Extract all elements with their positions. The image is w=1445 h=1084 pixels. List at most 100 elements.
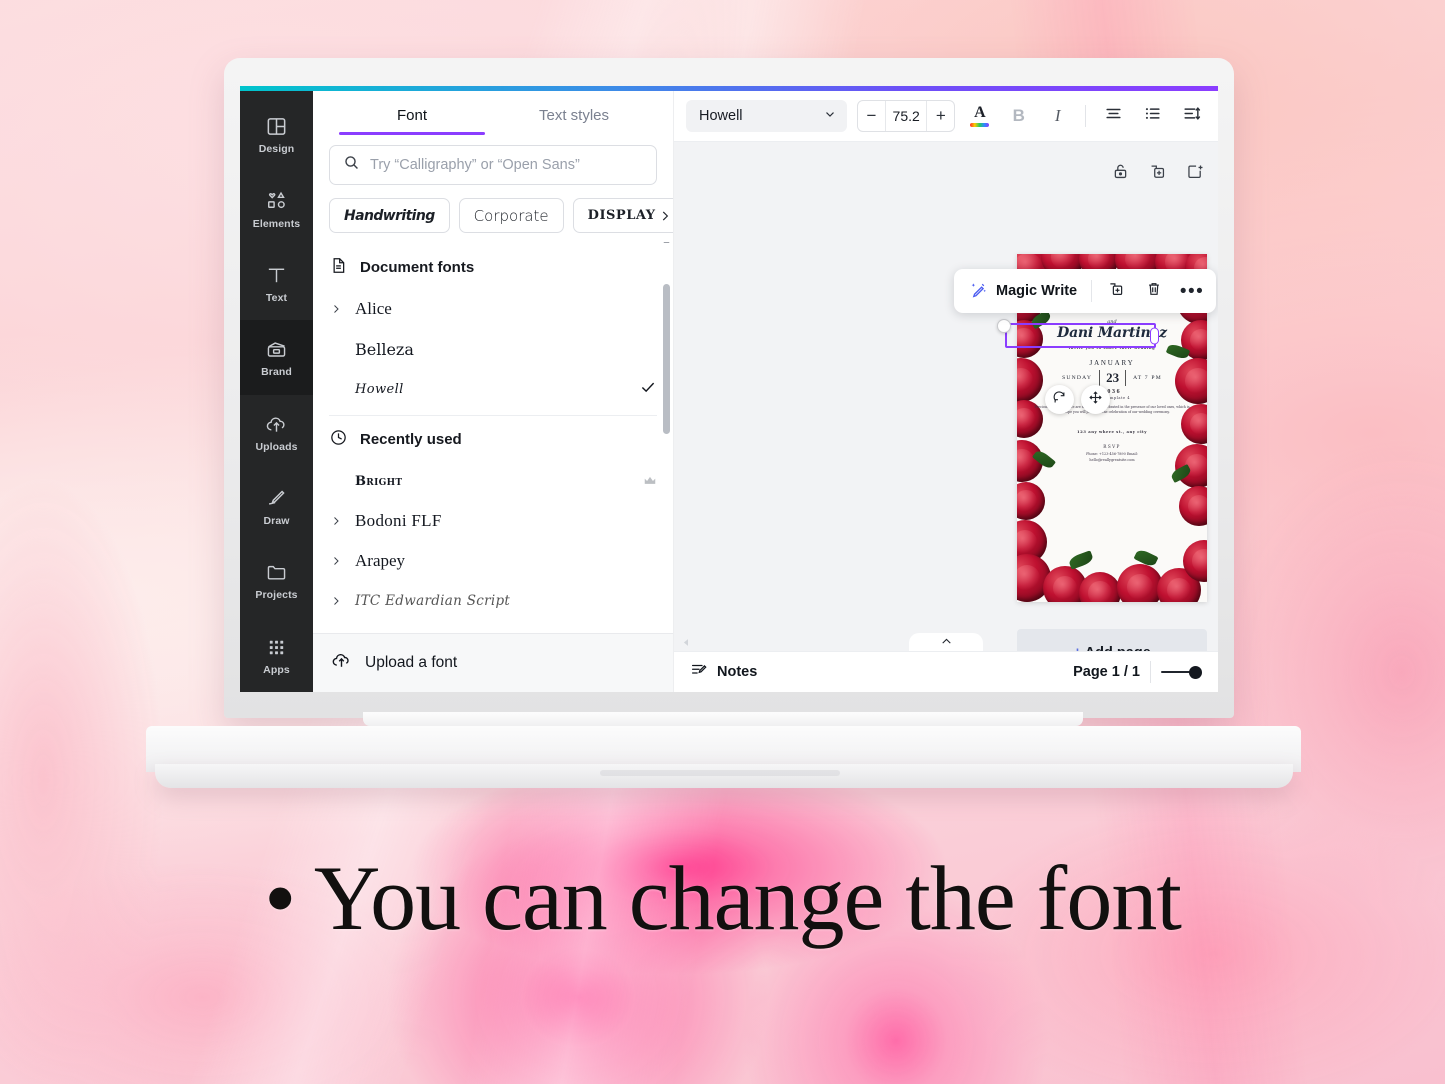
font-color-swatch: [970, 123, 989, 127]
element-floating-toolbar: Magic Write: [954, 269, 1216, 313]
sidebar-item-elements[interactable]: Elements: [240, 171, 313, 245]
sidebar-item-draw[interactable]: Draw: [240, 469, 313, 543]
font-row-howell[interactable]: Howell: [313, 369, 673, 409]
magic-write-button[interactable]: Magic Write: [966, 280, 1081, 302]
laptop-screen: Design Elements: [240, 86, 1218, 692]
add-page-button[interactable]: + Add page: [1017, 629, 1207, 651]
resize-handle-corner[interactable]: [997, 319, 1011, 333]
search-input[interactable]: [370, 157, 643, 173]
font-row-itc-edwardian-script[interactable]: ITC Edwardian Script: [313, 581, 673, 621]
lock-open-icon[interactable]: [1111, 162, 1130, 186]
left-sidebar: Design Elements: [240, 91, 313, 692]
rotate-icon: [1052, 390, 1067, 410]
text-selection-box[interactable]: [1005, 323, 1156, 348]
chip-handwriting[interactable]: Handwriting: [329, 198, 450, 233]
move-icon: [1088, 390, 1103, 410]
chip-display-label: DISPLAY: [588, 208, 656, 223]
font-list-scrollbar[interactable]: [663, 244, 670, 629]
font-row-arapey[interactable]: Arapey: [313, 541, 673, 581]
more-icon: •••: [1180, 282, 1204, 301]
font-size-stepper[interactable]: − 75.2 +: [857, 100, 955, 132]
rotate-handle[interactable]: [1045, 385, 1074, 414]
add-page-label: Add page: [1085, 645, 1151, 651]
zoom-slider-knob[interactable]: [1189, 666, 1202, 679]
font-row-belleza[interactable]: Belleza: [313, 329, 673, 369]
scrollbar-thumb[interactable]: [663, 284, 670, 434]
tab-font[interactable]: Font: [331, 91, 493, 135]
collapse-panel-button[interactable]: [909, 633, 983, 651]
card-contact-line2: hello@reallygreatsite.com: [1034, 458, 1190, 463]
canvas-action-buttons: [1111, 162, 1204, 186]
duplicate-button[interactable]: [1102, 277, 1130, 305]
bold-icon: B: [1013, 106, 1025, 126]
chip-corporate[interactable]: Corporate: [459, 198, 564, 233]
chevron-right-icon: [658, 209, 672, 223]
spacing-icon: [1182, 104, 1201, 128]
sidebar-label: Uploads: [255, 441, 297, 453]
font-size-decrease-button[interactable]: −: [858, 101, 885, 131]
status-bar: Notes Page 1 / 1: [674, 651, 1218, 692]
text-toolbar: Howell − 75.2 + A: [674, 91, 1218, 142]
draw-icon: [265, 487, 288, 510]
font-color-button[interactable]: A: [965, 101, 994, 131]
move-handle[interactable]: [1081, 385, 1110, 414]
scroll-down-arrow-icon[interactable]: [662, 632, 671, 633]
sidebar-item-brand[interactable]: Brand: [240, 320, 313, 394]
font-name: Arapey: [355, 551, 657, 571]
scroll-left-arrow-icon[interactable]: [682, 634, 691, 645]
search-icon: [343, 154, 360, 176]
notes-label: Notes: [717, 664, 757, 680]
sidebar-item-apps[interactable]: Apps: [240, 618, 313, 692]
sidebar-item-projects[interactable]: Projects: [240, 543, 313, 617]
expand-icon[interactable]: [1185, 162, 1204, 186]
font-name: Alice: [355, 299, 657, 319]
font-family-value: Howell: [699, 108, 743, 124]
bold-button[interactable]: B: [1004, 101, 1033, 131]
font-size-increase-button[interactable]: +: [927, 101, 954, 131]
delete-button[interactable]: [1140, 277, 1168, 305]
apps-icon: [265, 636, 288, 659]
chevron-down-icon: [823, 107, 837, 125]
panel-tabs: Font Text styles: [313, 91, 673, 135]
more-options-button[interactable]: •••: [1178, 277, 1206, 305]
chevron-right-icon[interactable]: [329, 595, 343, 607]
magic-wand-icon: [970, 280, 988, 302]
italic-button[interactable]: I: [1043, 101, 1072, 131]
font-row-bright[interactable]: Bright: [313, 461, 673, 501]
card-day-of-week: SUNDAY: [1062, 375, 1092, 381]
font-search-box[interactable]: [329, 145, 657, 185]
font-panel: Font Text styles Handwriting C: [313, 91, 674, 692]
line-spacing-button[interactable]: [1177, 101, 1206, 131]
text-icon: [265, 264, 288, 287]
sidebar-item-text[interactable]: Text: [240, 246, 313, 320]
chip-display[interactable]: DISPLAY: [573, 198, 673, 233]
font-family-select[interactable]: Howell: [686, 100, 847, 132]
section-title: Document fonts: [360, 259, 474, 276]
canvas-area[interactable]: Magic Write: [674, 142, 1218, 651]
chevron-right-icon[interactable]: [329, 515, 343, 527]
font-row-alice[interactable]: Alice: [313, 289, 673, 329]
resize-handle-right[interactable]: [1150, 327, 1159, 344]
upload-font-button[interactable]: Upload a font: [313, 633, 673, 692]
upload-cloud-icon: [331, 650, 352, 676]
brand-icon: [265, 338, 288, 361]
page-counter: Page 1 / 1: [1073, 664, 1140, 680]
caption-text: • You can change the font: [0, 845, 1445, 951]
duplicate-page-icon[interactable]: [1148, 162, 1167, 186]
toolbar-divider: [1091, 280, 1092, 302]
bullet-list-button[interactable]: [1138, 101, 1167, 131]
notes-button[interactable]: Notes: [690, 661, 757, 683]
font-row-bodoni-flf[interactable]: Bodoni FLF: [313, 501, 673, 541]
sidebar-item-uploads[interactable]: Uploads: [240, 395, 313, 469]
font-name: Bodoni FLF: [355, 511, 657, 531]
zoom-slider[interactable]: [1161, 666, 1202, 679]
sidebar-item-design[interactable]: Design: [240, 97, 313, 171]
chevron-right-icon[interactable]: [329, 555, 343, 567]
font-name: Belleza: [355, 340, 657, 359]
chevron-up-icon: [940, 635, 953, 651]
align-button[interactable]: [1099, 101, 1128, 131]
chevron-right-icon[interactable]: [329, 303, 343, 315]
tab-text-styles[interactable]: Text styles: [493, 91, 655, 135]
font-list[interactable]: Document fonts Alice Belleza: [313, 242, 673, 633]
font-size-value[interactable]: 75.2: [885, 101, 927, 131]
